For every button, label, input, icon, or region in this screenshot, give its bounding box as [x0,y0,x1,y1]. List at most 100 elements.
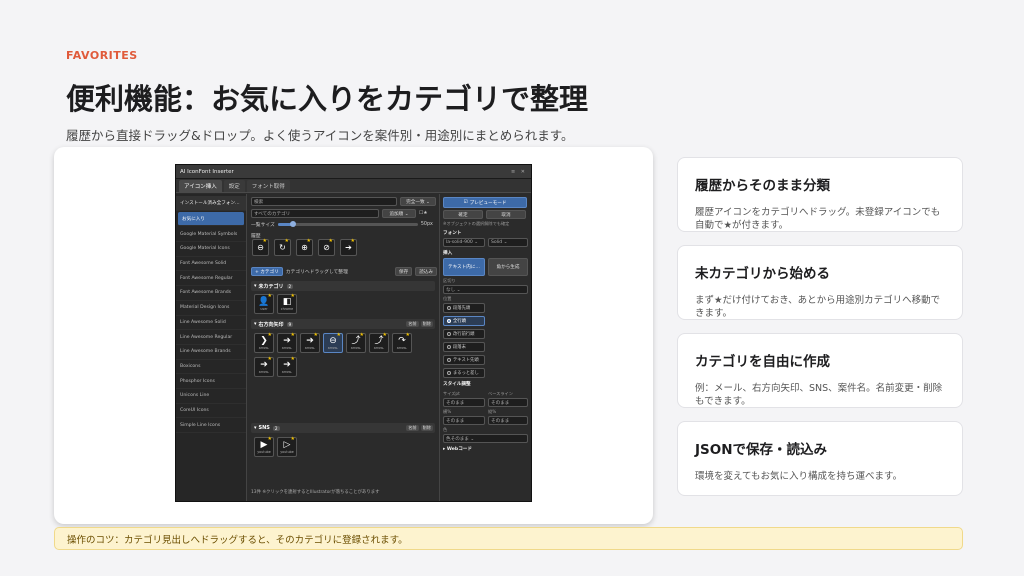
search-input[interactable]: 検索 [251,197,397,206]
sidebar-item[interactable]: Material Design Icons [176,301,246,316]
history-icon[interactable]: ⊘ ★ [318,238,335,256]
size-value: 50px [420,222,433,227]
sidebar-item[interactable]: Font Awesome Solid [176,257,246,272]
sidebar-item[interactable]: Line Awesome Regular [176,330,246,345]
app-window: AI IconFont Inserter ≡ ✕ アイコン挿入 設定 フォント取… [175,164,532,502]
weight-select[interactable]: Solid ⌄ [488,238,528,247]
sidebar-item[interactable]: CoreUI Icons [176,404,246,419]
position-radio[interactable]: テキスト先頭 [443,355,485,365]
rename-button[interactable]: 名前 [406,425,419,431]
category-header-sns[interactable]: ▾ SNS 2 名前 削除 [251,423,435,433]
category-count: 9 [286,321,294,327]
insert-new-button[interactable]: 角から生成 [488,258,528,276]
category-count: 2 [286,283,294,289]
webcode-toggle[interactable]: ▸ Webコード [443,446,528,452]
save-button[interactable]: 保存 [395,267,413,276]
rename-button[interactable]: 名前 [406,321,419,327]
tracking-input[interactable]: そのまま [443,416,485,425]
main-panel: 検索 完全一致 ⌄ すべてのカテゴリ 追加順 ⌄ ☐★ 一覧サイズ 50px 履… [249,194,437,501]
history-icon[interactable]: ⊖ ★ [252,238,269,256]
match-mode-select[interactable]: 完全一致 ⌄ [400,197,436,206]
category-header-uncategorized[interactable]: ▾ 未カテゴリ 2 [251,281,435,291]
favorite-icon[interactable]: ⤴ arrow- ★ [346,332,366,353]
favorite-icon[interactable]: ❯ arrow- ★ [254,332,274,353]
favorite-icon[interactable]: ↷ arrow- ★ [392,332,412,353]
favorite-icon[interactable]: ▷ youtube ★ [277,436,297,457]
vertical-label: 縦% [488,409,497,414]
favorite-icon[interactable]: ⤴ arrow- ★ [369,332,389,353]
preview-mode-toggle[interactable]: ☑ プレビューモード [443,197,527,208]
card-body: まず★だけ付けておき、あとから用途別カテゴリへ移動できます。 [695,295,941,319]
history-icon[interactable]: ↻ ★ [274,238,291,256]
tab-icon-insert[interactable]: アイコン挿入 [179,180,222,192]
category-name: 右方向矢印 [258,321,284,328]
favorite-icon[interactable]: ➔ arrow- ★ [300,332,320,353]
sidebar-item[interactable]: Font Awesome Brands [176,286,246,301]
baseline-label: ベースライン [488,391,513,396]
add-category-button[interactable]: + カテゴリ [251,267,283,276]
page-subtitle: 履歴から直接ドラッグ&ドロップ。よく使うアイコンを案件別・用途別にまとめられます… [66,128,574,143]
favorite-icon[interactable]: ➔ arrow- ★ [277,356,297,377]
position-radio[interactable]: 全行頭 [443,316,485,326]
position-radio[interactable]: 段落先頭 [443,303,485,313]
category-filter-select[interactable]: すべてのカテゴリ [251,209,379,218]
sidebar-item[interactable]: Google Material Icons [176,242,246,257]
cancel-button[interactable]: 取消 [486,210,526,219]
load-button[interactable]: 読込み [415,267,437,276]
feature-card: 未カテゴリから始める まず★だけ付けておき、あとから用途別カテゴリへ移動できます… [677,245,963,320]
history-icon[interactable]: ⊕ ★ [296,238,313,256]
position-radio[interactable]: 改行前行頭 [443,329,485,339]
font-select[interactable]: la-solid-900 ⌄ [443,238,485,247]
color-select[interactable]: 色そのまま ⌄ [443,434,528,443]
sidebar-item[interactable]: Line Awesome Solid [176,316,246,331]
card-body: 履歴アイコンをカテゴリへドラッグ。未登録アイコンでも自動で★が付きます。 [695,207,941,231]
vertical-input[interactable]: そのまま [488,416,528,425]
delete-button[interactable]: 削除 [420,321,433,327]
history-label: 履歴 [251,234,261,239]
sidebar-item-all-fonts[interactable]: インストール済み全フォン… [176,196,246,211]
sidebar-item-favorites[interactable]: お気に入り [178,211,244,227]
separator-select[interactable]: なし ⌄ [443,285,528,294]
window-controls-icon[interactable]: ≡ ✕ [511,169,527,175]
screenshot-frame: AI IconFont Inserter ≡ ✕ アイコン挿入 設定 フォント取… [54,147,653,524]
favorite-icon[interactable]: 👤 user ★ [254,293,274,314]
size-pt-input[interactable]: そのまま [443,398,485,407]
position-radio[interactable]: 段落末 [443,342,485,352]
card-title: カテゴリを自由に作成 [695,354,830,370]
favorite-icon[interactable]: ▶ youtube ★ [254,436,274,457]
feature-card: カテゴリを自由に作成 例：メール、右方向矢印、SNS、案件名。名前変更・削除もで… [677,333,963,408]
favorite-icon[interactable]: ➔ arrow- ★ [254,356,274,377]
sidebar-item[interactable]: Simple Line Icons [176,418,246,433]
feature-card: JSONで保存・読込み 環境を変えてもお気に入り構成を持ち運べます。 [677,421,963,496]
favorite-icon[interactable]: ➔ arrow- ★ [277,332,297,353]
star-toggle-icon[interactable]: ☐★ [419,211,428,216]
tab-settings[interactable]: 設定 [223,180,245,192]
position-radio[interactable]: まるっと差し [443,368,485,378]
sidebar-item[interactable]: Phosphor Icons [176,374,246,389]
size-slider[interactable] [277,221,418,227]
color-label: 色 [443,427,448,432]
insert-in-text-button[interactable]: テキスト内に… [443,258,485,276]
right-panel: ☑ プレビューモード 確定 取消 ※オブジェクトの選択解除でも確定 フォント l… [439,194,531,501]
sidebar-item[interactable]: Line Awesome Brands [176,345,246,360]
tab-bar: アイコン挿入 設定 フォント取得 [176,179,531,193]
delete-button[interactable]: 削除 [420,425,433,431]
favorite-icon[interactable]: ⊖ arrow- ★ [323,332,343,353]
category-header-right-arrows[interactable]: ▾ 右方向矢印 9 名前 削除 [251,319,435,329]
size-pt-label: サイズpt [443,391,460,396]
sidebar-item[interactable]: Google Material Symbols [176,227,246,243]
history-icon[interactable]: ➔ ★ [340,238,357,256]
tracking-label: 横% [443,409,452,414]
sidebar-item[interactable]: Boxicons [176,360,246,375]
sort-order-select[interactable]: 追加順 ⌄ [382,209,416,218]
history-row: ⊖ ★ ↻ ★ ⊕ ★ ⊘ ★ ➔ ★ [252,238,357,256]
window-title: AI IconFont Inserter [180,168,234,175]
font-label: フォント [443,231,462,236]
sidebar-item[interactable]: Unicons Line [176,389,246,404]
confirm-button[interactable]: 確定 [443,210,483,219]
baseline-input[interactable]: そのまま [488,398,528,407]
sidebar-item[interactable]: Font Awesome Regular [176,271,246,287]
card-title: 未カテゴリから始める [695,266,830,282]
tab-font-fetch[interactable]: フォント取得 [246,180,290,192]
favorite-icon[interactable]: ◧ chrome ★ [277,293,297,314]
